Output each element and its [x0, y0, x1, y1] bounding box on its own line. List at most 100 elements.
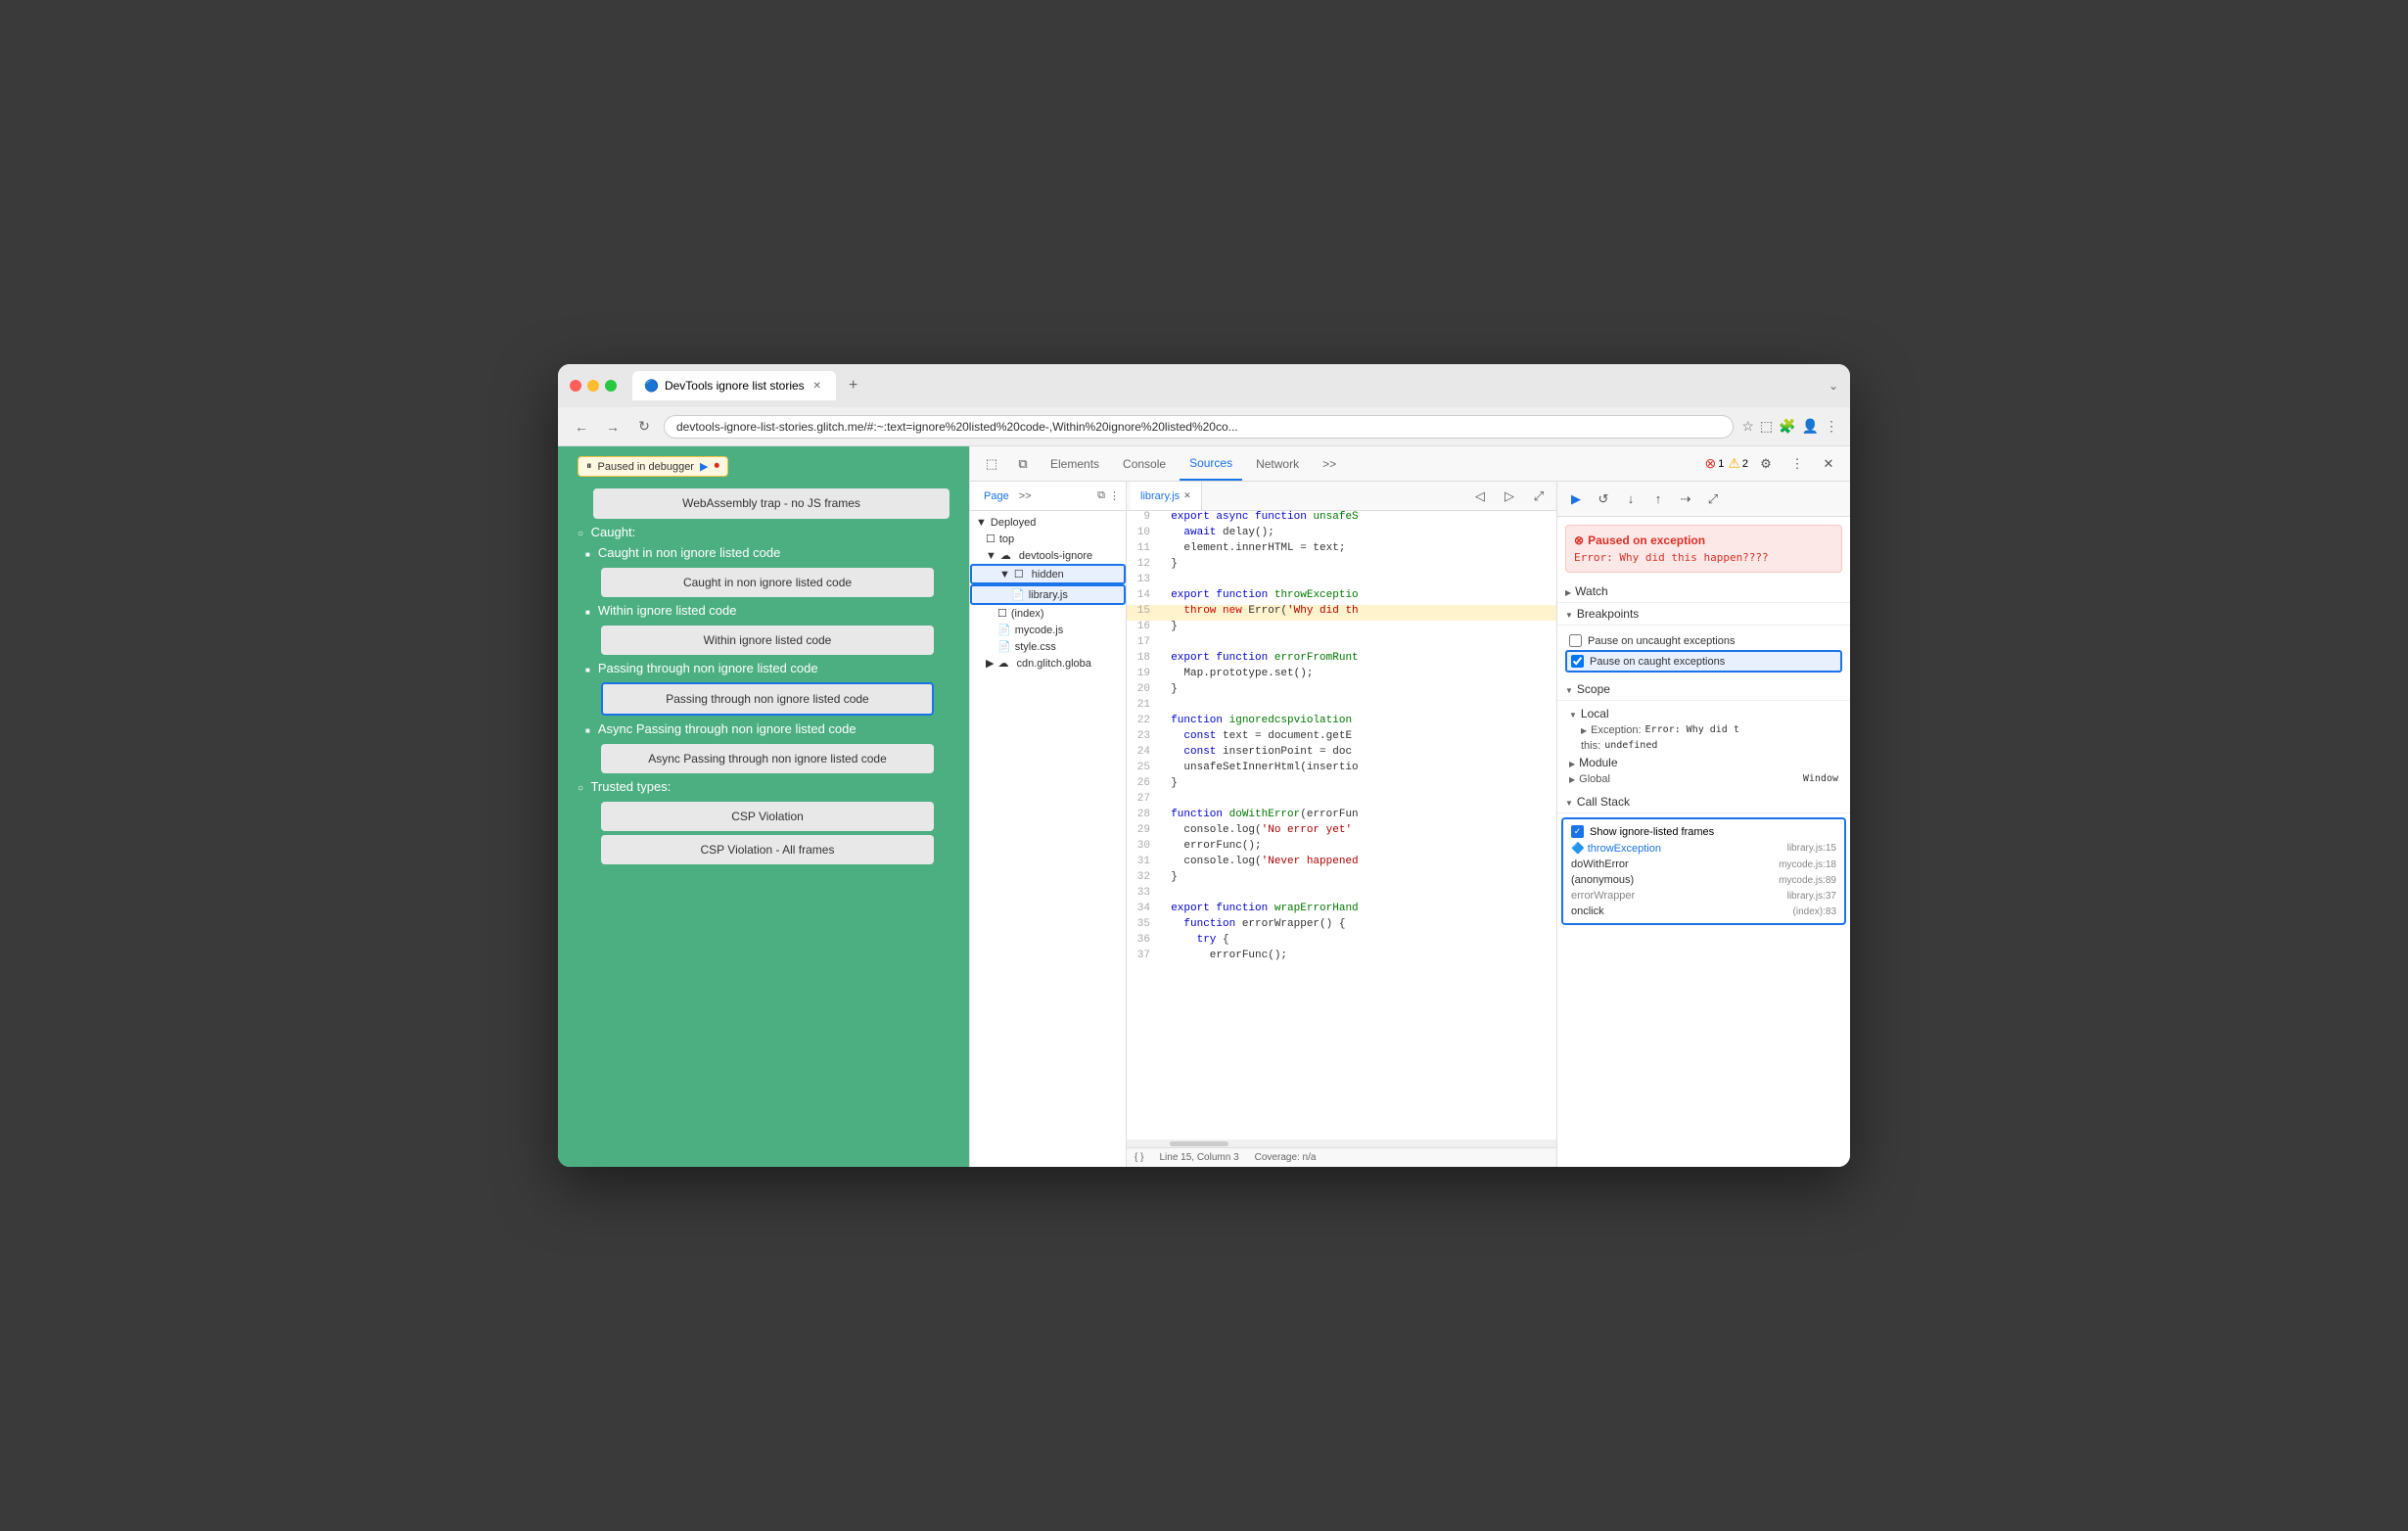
- refresh-button[interactable]: ↻: [632, 415, 656, 439]
- scope-section-header[interactable]: Scope: [1557, 678, 1850, 701]
- browser-window: 🔵 DevTools ignore list stories ✕ + ⌄ ← →…: [558, 364, 1850, 1167]
- tree-item-devtools-ignore[interactable]: ▼ ☁ devtools-ignore: [970, 547, 1126, 564]
- close-devtools-button[interactable]: ✕: [1815, 450, 1842, 478]
- callstack-item-2[interactable]: (anonymous) mycode.js:89: [1567, 872, 1840, 888]
- code-line-31: 31 console.log('Never happened: [1127, 856, 1556, 871]
- address-input[interactable]: [664, 415, 1734, 439]
- pause-caught-checkbox[interactable]: [1571, 655, 1584, 668]
- settings-button[interactable]: ⚙: [1752, 450, 1780, 478]
- bookmark-icon[interactable]: ☆: [1741, 418, 1754, 435]
- active-tab[interactable]: 🔵 DevTools ignore list stories ✕: [632, 371, 836, 400]
- step-into-button[interactable]: ↓: [1618, 487, 1644, 512]
- tab-more[interactable]: >>: [1313, 446, 1346, 481]
- passing-through-btn[interactable]: Passing through non ignore listed code: [601, 682, 934, 716]
- exception-error-icon: ⊗: [1574, 534, 1584, 547]
- cs-fn-2: (anonymous): [1571, 874, 1779, 886]
- editor-tab-close[interactable]: ✕: [1183, 490, 1191, 501]
- devtools-mobile-icon[interactable]: ⧉: [1009, 450, 1037, 478]
- tab-close-button[interactable]: ✕: [810, 379, 824, 393]
- sources-page-tab[interactable]: Page: [976, 488, 1017, 504]
- format-icon[interactable]: { }: [1135, 1152, 1143, 1163]
- tree-item-style-css[interactable]: 📄 style.css: [970, 638, 1126, 655]
- sidebar-layout-icon[interactable]: ⧉: [1097, 489, 1105, 502]
- editor-split[interactable]: ⤢: [1525, 483, 1552, 510]
- code-line-25: 25 unsafeSetInnerHtml(insertio: [1127, 762, 1556, 777]
- csp-btn-1[interactable]: CSP Violation: [601, 802, 934, 831]
- exception-box: ⊗ Paused on exception Error: Why did thi…: [1565, 525, 1842, 573]
- tree-item-top[interactable]: ☐ top: [970, 531, 1126, 547]
- caught-btn-1[interactable]: Caught in non ignore listed code: [601, 568, 934, 597]
- cs-loc-2: mycode.js:89: [1779, 875, 1836, 886]
- editor-nav-back[interactable]: ◁: [1466, 483, 1494, 510]
- tab-sources[interactable]: Sources: [1180, 446, 1242, 481]
- callstack-item-0[interactable]: 🔷 throwException library.js:15: [1567, 840, 1840, 857]
- warn-badge: ⚠ 2: [1728, 455, 1748, 472]
- code-line-29: 29 console.log('No error yet': [1127, 824, 1556, 840]
- tab-elements[interactable]: Elements: [1041, 446, 1109, 481]
- library-js-file-icon: 📄: [1011, 588, 1025, 601]
- this-scope-item: this: undefined: [1565, 738, 1842, 754]
- tree-item-mycode-js[interactable]: 📄 mycode.js: [970, 622, 1126, 638]
- code-line-17: 17: [1127, 636, 1556, 652]
- within-ignore-btn[interactable]: Within ignore listed code: [601, 626, 934, 655]
- global-chevron: [1569, 773, 1575, 785]
- tab-console[interactable]: Console: [1113, 446, 1176, 481]
- tree-item-index[interactable]: ☐ (index): [970, 605, 1126, 622]
- screenshot-icon[interactable]: ⬚: [1760, 418, 1773, 435]
- tree-item-deployed[interactable]: ▼ Deployed: [970, 515, 1126, 531]
- local-chevron: [1569, 707, 1577, 720]
- callstack-section-header[interactable]: Call Stack: [1557, 791, 1850, 813]
- warn-count: 2: [1742, 458, 1748, 470]
- tree-item-library-js[interactable]: 📄 library.js: [970, 584, 1126, 605]
- paused-text: Paused in debugger: [598, 461, 694, 473]
- paused-record-icon[interactable]: ⏺: [714, 460, 719, 473]
- tab-network[interactable]: Network: [1246, 446, 1309, 481]
- pause-uncaught-checkbox[interactable]: [1569, 634, 1582, 647]
- code-line-18: 18 export function errorFromRunt: [1127, 652, 1556, 668]
- maximize-traffic-light[interactable]: [605, 380, 617, 392]
- callstack-box: ✓ Show ignore-listed frames 🔷 throwExcep…: [1561, 817, 1846, 925]
- devtools-cursor-icon[interactable]: ⬚: [978, 450, 1005, 478]
- watch-section-header[interactable]: Watch: [1557, 580, 1850, 603]
- caught-label: Caught:: [578, 525, 635, 539]
- step-out-button[interactable]: ↑: [1645, 487, 1671, 512]
- module-section-header[interactable]: Module: [1565, 754, 1842, 771]
- back-button[interactable]: ←: [570, 415, 593, 439]
- title-bar: 🔵 DevTools ignore list stories ✕ + ⌄: [558, 364, 1850, 407]
- csp-btn-2[interactable]: CSP Violation - All frames: [601, 835, 934, 864]
- horizontal-scrollbar[interactable]: [1127, 1139, 1556, 1147]
- show-frames-checkbox[interactable]: ✓: [1571, 825, 1584, 838]
- new-tab-button[interactable]: +: [840, 372, 867, 399]
- editor-active-tab[interactable]: library.js ✕: [1131, 482, 1202, 510]
- callstack-item-4[interactable]: onclick (index):83: [1567, 904, 1840, 919]
- callstack-item-3[interactable]: errorWrapper library.js:37: [1567, 888, 1840, 904]
- async-passing-btn[interactable]: Async Passing through non ignore listed …: [601, 744, 934, 773]
- forward-button[interactable]: →: [601, 415, 625, 439]
- sources-more-tab[interactable]: >>: [1019, 490, 1032, 502]
- extensions-icon[interactable]: 🧩: [1779, 418, 1795, 435]
- callstack-item-1[interactable]: doWithError mycode.js:18: [1567, 857, 1840, 872]
- close-traffic-light[interactable]: [570, 380, 581, 392]
- code-line-27: 27: [1127, 793, 1556, 809]
- menu-icon[interactable]: ⋮: [1825, 418, 1838, 435]
- code-line-26: 26 }: [1127, 777, 1556, 793]
- paused-play-icon[interactable]: ▶: [700, 460, 708, 473]
- breakpoints-section-header[interactable]: Breakpoints: [1557, 603, 1850, 626]
- resume-button[interactable]: ▶: [1563, 487, 1589, 512]
- deployed-label: Deployed: [991, 517, 1036, 529]
- editor-nav-forward[interactable]: ▷: [1496, 483, 1523, 510]
- code-editor[interactable]: 9 export async function unsafeS 10 await…: [1127, 511, 1556, 1139]
- profile-icon[interactable]: 👤: [1802, 418, 1819, 435]
- more-options-button[interactable]: ⋮: [1783, 450, 1811, 478]
- show-frames-label: Show ignore-listed frames: [1590, 826, 1714, 838]
- step-button[interactable]: ⇢: [1673, 487, 1698, 512]
- step-over-button[interactable]: ↺: [1591, 487, 1616, 512]
- sidebar-more-icon[interactable]: ⋮: [1109, 489, 1120, 502]
- tree-item-cdn[interactable]: ▶ ☁ cdn.glitch.globa: [970, 655, 1126, 672]
- deactivate-breakpoints[interactable]: ⤢: [1700, 487, 1726, 512]
- tree-item-hidden[interactable]: ▼ ☐ hidden: [970, 564, 1126, 584]
- code-line-36: 36 try {: [1127, 934, 1556, 950]
- exception-scope-item: Exception: Error: Why did t: [1565, 722, 1842, 738]
- local-section-header[interactable]: Local: [1565, 705, 1842, 722]
- minimize-traffic-light[interactable]: [587, 380, 599, 392]
